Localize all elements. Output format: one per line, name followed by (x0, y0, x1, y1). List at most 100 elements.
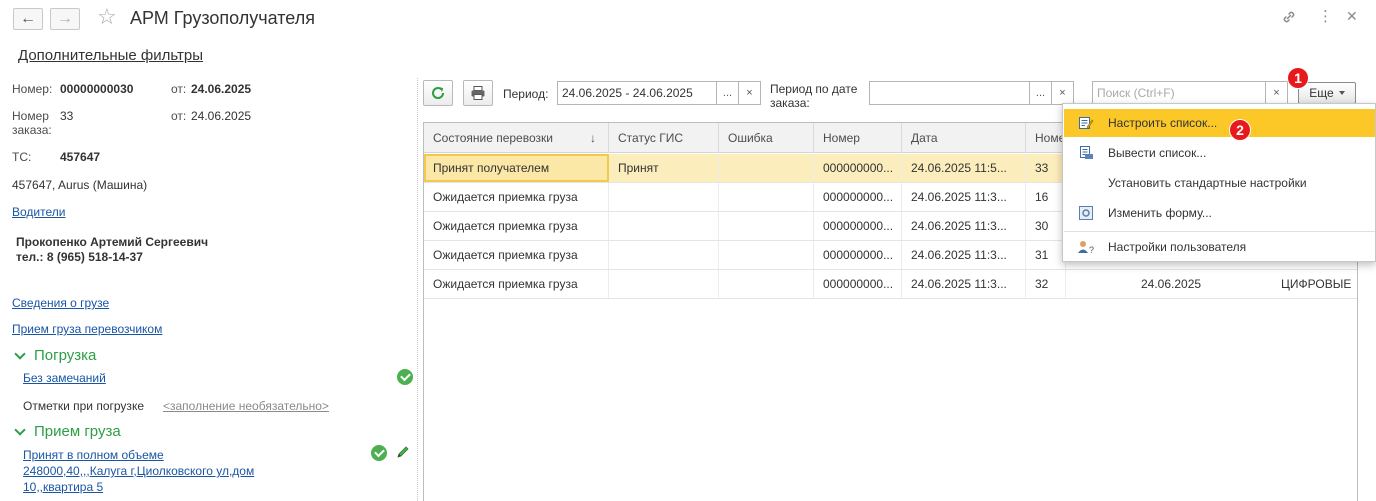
period-input[interactable]: 24.06.2025 - 24.06.2025 (557, 81, 717, 105)
cargo-info-link[interactable]: Сведения о грузе (12, 296, 109, 310)
column-header-error[interactable]: Ошибка (719, 123, 814, 153)
table-cell-gis[interactable] (609, 241, 719, 269)
period-clear-button[interactable]: × (739, 81, 761, 105)
table-cell-order[interactable]: 16 (1026, 183, 1066, 211)
annotation-badge-1: 1 (1287, 67, 1309, 89)
check-icon (371, 445, 387, 461)
table-cell-number[interactable]: 000000000... (814, 183, 902, 211)
table-cell-gis[interactable] (609, 270, 719, 298)
refresh-button[interactable] (423, 80, 453, 106)
table-cell-date[interactable]: 24.06.2025 11:5... (902, 154, 1026, 182)
number-value: 00000000030 (60, 82, 134, 96)
number-label: Номер: (12, 82, 53, 96)
additional-filters-link[interactable]: Дополнительные фильтры (18, 47, 203, 64)
close-icon[interactable]: ✕ (1346, 9, 1358, 23)
menu-item-label: Установить стандартные настройки (1108, 176, 1307, 190)
table-cell-error[interactable] (719, 183, 814, 211)
period-by-order-input[interactable] (869, 81, 1030, 105)
star-icon[interactable]: ☆ (97, 6, 117, 28)
loading-notes-label: Отметки при погрузке (23, 399, 144, 413)
loading-status-link[interactable]: Без замечаний (23, 371, 106, 385)
more-button[interactable]: Еще (1298, 82, 1356, 104)
output-list-icon (1080, 146, 1093, 159)
column-header-order-number[interactable]: Номе (1026, 123, 1066, 153)
menu-item-output-list[interactable]: Вывести список... (1064, 139, 1375, 167)
forward-button[interactable]: → (50, 8, 80, 30)
table-cell-extra-date[interactable]: 24.06.2025 (1132, 270, 1262, 298)
change-form-icon (1079, 206, 1093, 220)
table-cell-error[interactable] (719, 241, 814, 269)
arrow-left-icon: ← (20, 10, 36, 27)
table-cell-state[interactable]: Ожидается приемка груза (424, 212, 609, 240)
panel-splitter[interactable] (417, 78, 418, 501)
menu-item-change-form[interactable]: Изменить форму... (1064, 199, 1375, 227)
column-header-date[interactable]: Дата (902, 123, 1026, 153)
receipt-section-title: Прием груза (34, 423, 121, 440)
table-cell-order[interactable]: 32 (1026, 270, 1066, 298)
receipt-status-line: Принят в полном объеме (23, 448, 164, 462)
loading-section-header[interactable]: Погрузка (14, 347, 96, 364)
table-cell-state[interactable]: Ожидается приемка груза (424, 183, 609, 211)
arrow-right-icon: → (57, 10, 73, 27)
table-cell-number[interactable]: 000000000... (814, 270, 902, 298)
ts-value: 457647 (60, 150, 101, 164)
pencil-icon[interactable] (396, 445, 410, 462)
table-cell-date[interactable]: 24.06.2025 11:3... (902, 241, 1026, 269)
back-button[interactable]: ← (13, 8, 43, 30)
table-cell-number[interactable]: 000000000... (814, 212, 902, 240)
print-button[interactable] (463, 80, 493, 106)
chevron-down-icon (1338, 91, 1345, 95)
menu-item-configure-list[interactable]: Настроить список... (1064, 109, 1375, 137)
more-menu: Настроить список... Вывести список... Ус… (1062, 103, 1376, 262)
period-by-order-select-button[interactable]: ... (1030, 81, 1052, 105)
period-label: Период: (503, 87, 549, 101)
table-cell-order[interactable]: 33 (1026, 154, 1066, 182)
table-cell-error[interactable] (719, 212, 814, 240)
table-cell-gis[interactable]: Принят (609, 154, 719, 182)
table-cell-error[interactable] (719, 270, 814, 298)
table-cell-gis[interactable] (609, 183, 719, 211)
table-cell-extra[interactable]: ЦИФРОВЫЕ (1272, 270, 1357, 298)
order-number-label: Номер заказа: (12, 109, 52, 137)
receipt-status-link[interactable]: Принят в полном объеме 248000,40,,,Калуг… (23, 447, 254, 495)
table-cell-order[interactable]: 31 (1026, 241, 1066, 269)
period-by-order-clear-button[interactable]: × (1052, 81, 1074, 105)
column-header-state[interactable]: Состояние перевозки ↓ (424, 123, 609, 153)
table-cell-number[interactable]: 000000000... (814, 154, 902, 182)
driver-phone: тел.: 8 (965) 518-14-37 (16, 250, 143, 264)
search-clear-button[interactable]: × (1266, 81, 1288, 105)
chevron-down-icon (14, 423, 26, 436)
menu-item-user-settings[interactable]: ? Настройки пользователя (1064, 233, 1375, 261)
table-cell-state[interactable]: Ожидается приемка груза (424, 241, 609, 269)
menu-item-default-settings[interactable]: Установить стандартные настройки (1064, 169, 1375, 197)
table-cell-error[interactable] (719, 154, 814, 182)
column-header-number[interactable]: Номер (814, 123, 902, 153)
table-cell-number[interactable]: 000000000... (814, 241, 902, 269)
drivers-link[interactable]: Водители (12, 205, 65, 219)
table-cell-date[interactable]: 24.06.2025 11:3... (902, 183, 1026, 211)
period-select-button[interactable]: ... (717, 81, 739, 105)
search-input[interactable]: Поиск (Ctrl+F) (1092, 81, 1266, 105)
from-value: 24.06.2025 (191, 82, 252, 96)
annotation-badge-2: 2 (1229, 119, 1251, 141)
table-cell-gis[interactable] (609, 212, 719, 240)
table-cell-order[interactable]: 30 (1026, 212, 1066, 240)
column-header-gis-status[interactable]: Статус ГИС (609, 123, 719, 153)
table-cell-date[interactable]: 24.06.2025 11:3... (902, 212, 1026, 240)
chevron-down-icon (14, 347, 26, 360)
table-cell-date[interactable]: 24.06.2025 11:3... (902, 270, 1026, 298)
table-row[interactable]: Ожидается приемка груза 000000000... 24.06… (424, 270, 1357, 299)
table-cell-state[interactable]: Ожидается приемка груза (424, 270, 609, 298)
order-from-value: 24.06.2025 (191, 109, 252, 123)
carrier-receipt-link[interactable]: Прием груза перевозчиком (12, 322, 162, 336)
order-from-label: от: (171, 109, 187, 123)
vertical-dots-icon[interactable]: ⋮ (1318, 9, 1333, 24)
table-cell-state[interactable]: Принят получателем (424, 154, 609, 182)
refresh-icon (432, 87, 445, 99)
loading-notes-input[interactable]: <заполнение необязательно> (163, 399, 329, 413)
driver-name: Прокопенко Артемий Сергеевич (16, 235, 209, 249)
printer-icon (471, 86, 485, 100)
link-icon[interactable] (1281, 9, 1297, 29)
receipt-section-header[interactable]: Прием груза (14, 423, 121, 440)
sort-down-icon: ↓ (590, 131, 596, 145)
